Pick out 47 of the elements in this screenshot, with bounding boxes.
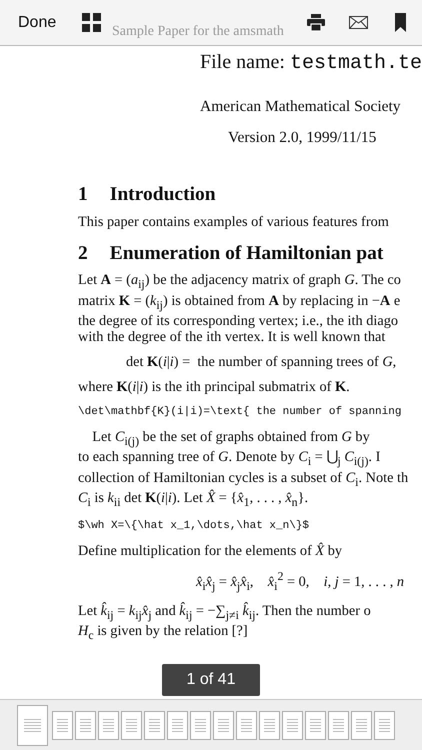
text-line: Let k̂$_{ij}$ = k$_{ij}$x̂$_{j}$ and k̂$_{ij}$ = −∑$_{j≠i}$ k̂$_{ij}$. Then the number o (78, 602, 371, 619)
text-line: with the degree of the ith vertex. It is well known that (78, 329, 386, 346)
text-line: where K(i|i) is the ith principal submatrix of K. (78, 379, 350, 396)
page-thumbnail[interactable] (52, 710, 73, 740)
printer-icon[interactable] (307, 14, 325, 31)
version-line: Version 2.0, 1999/11/15 (228, 128, 378, 148)
page-thumbnail[interactable] (374, 710, 395, 740)
equation: det K(i|i) = the number of spanning trees of G, (126, 354, 396, 370)
page-thumbnail[interactable] (236, 710, 257, 740)
page-thumbnail[interactable] (259, 710, 280, 740)
page-thumbnail[interactable] (98, 710, 119, 740)
text-line: the degree of its corresponding vertex; i.e., the ith diago (78, 312, 398, 329)
code-line: \det\mathbf{K}(i|i)=\text{ the number of spanning (78, 406, 402, 418)
text-line: Let C$_{i(j)}$ be the set of graphs obtained from G by (91, 428, 370, 445)
text-line: Let A = (a$_{ij}$) be the adjacency matrix of graph G. The co (78, 272, 401, 288)
section-heading: Enumeration of Hamiltonian pat (110, 246, 384, 262)
section-number: 2 (78, 246, 88, 262)
page-indicator: 1 of 41 (162, 664, 260, 696)
page-thumbnail[interactable] (328, 710, 349, 740)
page-thumbnail[interactable] (144, 710, 165, 740)
grid-icon[interactable] (82, 13, 102, 32)
page-thumbnail[interactable] (213, 710, 234, 740)
done-button[interactable]: Done (12, 10, 62, 36)
text-line: to each spanning tree of G. Denote by C$_{i}$ = ⋃$_{j}$ C$_{i(j)}$. I (78, 449, 380, 466)
section-heading: Introduction (110, 187, 216, 204)
mail-icon[interactable] (349, 16, 368, 29)
text-line: H$_{c}$ is given by the relation [?] (78, 623, 248, 640)
page-thumbnail[interactable] (121, 710, 142, 740)
text-line: C$_{i}$ is k$_{ii}$ det K(i|i). Let X̂ = {x̂$_{1}$, . . . , x̂$_{n}$}. (78, 490, 308, 506)
section-number: 1 (78, 187, 88, 204)
page-thumbnail[interactable] (17, 704, 48, 746)
page-thumbnail[interactable] (351, 710, 372, 740)
equation: x̂$_{i}$x̂$_{j}$ = x̂$_{j}$x̂$_{i}$, x̂$_{i}$$^{2}$ = 0, i, j = 1, . . . , n (196, 574, 404, 590)
page-thumbnail[interactable] (190, 710, 211, 740)
document-title: Sample Paper for the amsmath (112, 24, 284, 40)
bookmark-icon[interactable] (395, 13, 406, 32)
author-line: American Mathematical Society (200, 98, 402, 117)
page-thumbnail[interactable] (282, 710, 303, 740)
page-thumbnail[interactable] (75, 710, 96, 740)
page-thumbnail[interactable] (305, 710, 326, 740)
page-thumbnail[interactable] (167, 710, 188, 740)
text-line: matrix K = (k$_{ij}$) is obtained from A by replacing in −A e (78, 292, 400, 309)
text-line: collection of Hamiltonian cycles is a subset of C$_{i}$. Note th (78, 470, 408, 486)
code-line: $\wh X=\{\hat x_1,\dots,\hat x_n\}$ (78, 520, 310, 532)
text-line: Define multiplication for the elements of X̂ by (78, 543, 342, 560)
file-name: File name: testmath.te (200, 50, 422, 76)
text-line: This paper contains examples of various features from (78, 214, 389, 230)
